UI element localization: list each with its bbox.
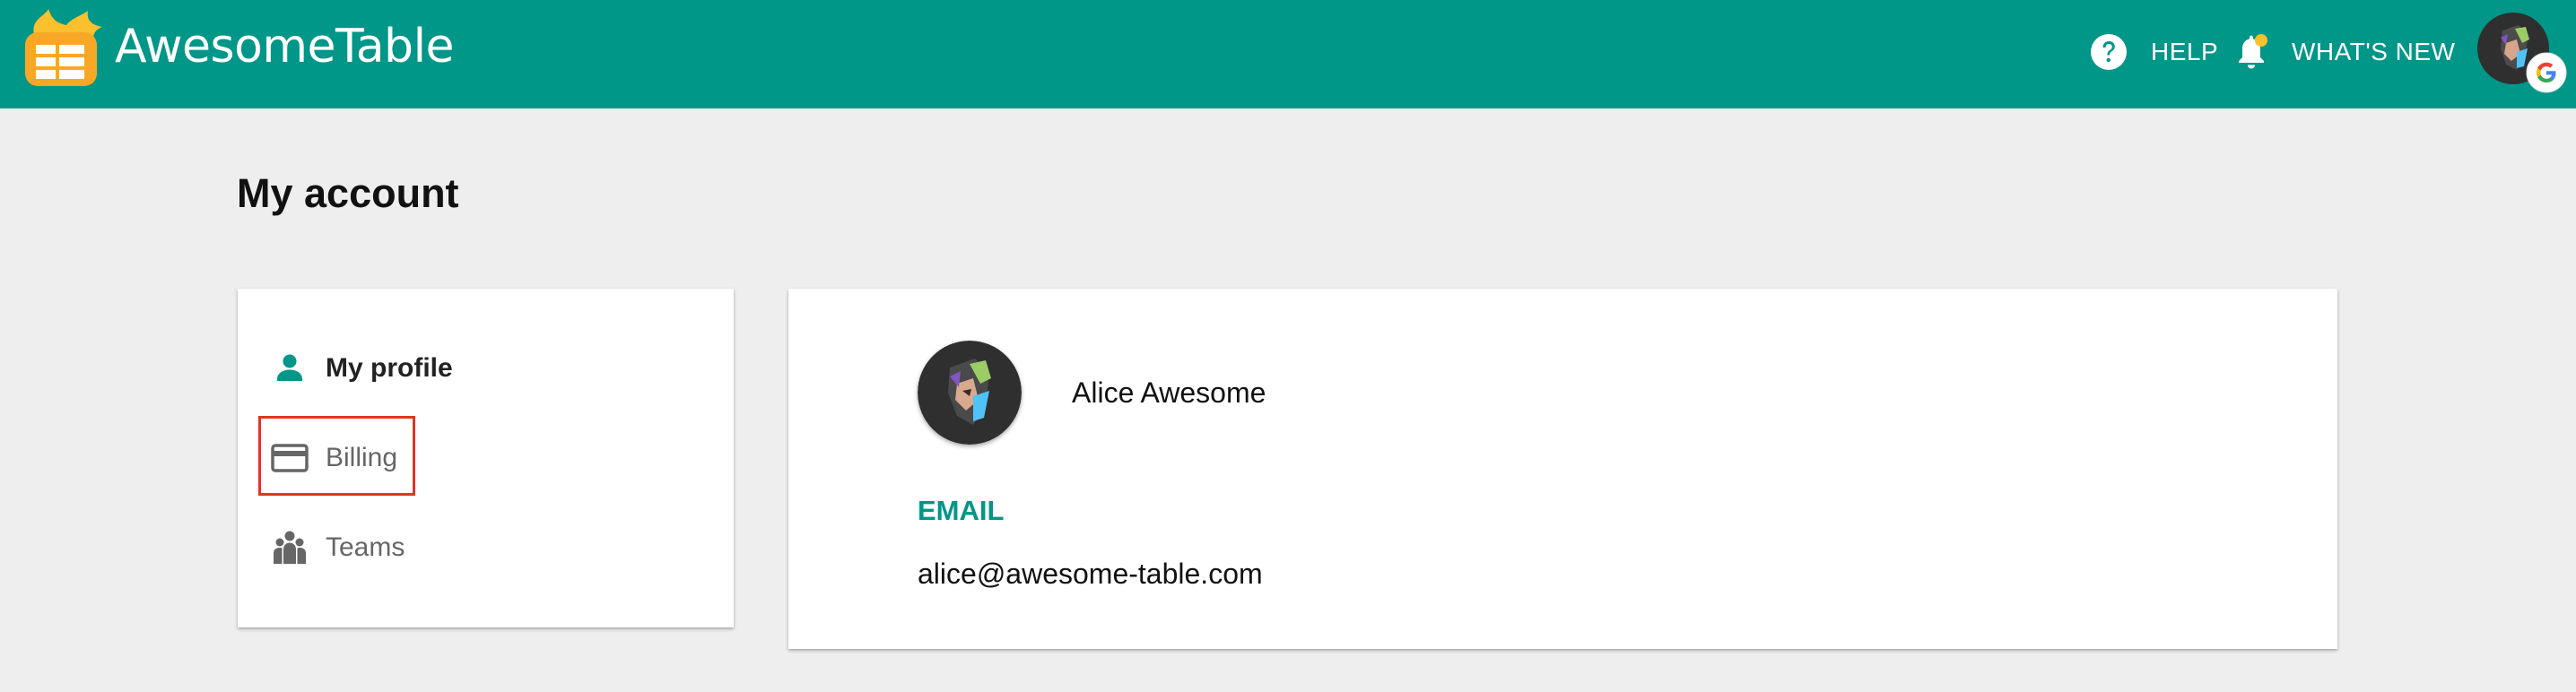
awesome-table-logo[interactable] [22, 7, 106, 88]
bell-icon[interactable] [2232, 32, 2270, 72]
person-icon [277, 354, 302, 381]
nav-label-teams: Teams [326, 532, 405, 562]
account-nav: My profile Billing Teams [238, 289, 734, 627]
group-icon [274, 531, 306, 564]
help-link[interactable]: HELP [2151, 38, 2218, 66]
billing-highlight-box [258, 416, 415, 496]
nav-label-my-profile: My profile [326, 353, 453, 383]
nav-item-my-profile[interactable]: My profile [270, 337, 453, 400]
whats-new-link[interactable]: WHAT'S NEW [2292, 38, 2455, 66]
profile-avatar [918, 341, 1022, 445]
email-label: EMAIL [918, 495, 1005, 526]
page-title: My account [237, 170, 459, 216]
google-icon [2526, 52, 2567, 93]
notification-dot [2255, 34, 2267, 47]
help-circle-icon[interactable] [2090, 33, 2128, 71]
email-value: alice@awesome-table.com [918, 558, 1263, 590]
brand-name[interactable]: AwesomeTable [115, 20, 455, 74]
profile-panel: Alice Awesome EMAIL alice@awesome-table.… [788, 289, 2337, 649]
profile-name: Alice Awesome [1072, 376, 1266, 409]
top-app-bar: AwesomeTable HELP WHAT'S NEW [0, 0, 2576, 108]
nav-item-teams[interactable]: Teams [270, 516, 405, 579]
